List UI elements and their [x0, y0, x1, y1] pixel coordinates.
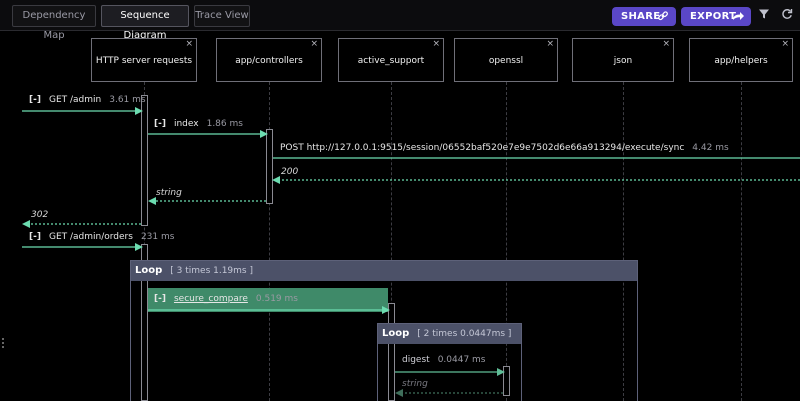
message-label: GET /admin [48, 95, 102, 105]
message-label: index [173, 119, 199, 129]
resize-handle[interactable] [2, 338, 4, 348]
message-label[interactable]: secure_compare [174, 294, 248, 304]
message-duration: 0.0447 ms [437, 355, 486, 365]
message-duration: 1.86 ms [206, 119, 243, 129]
return-label: 302 [31, 210, 49, 220]
return-label: 200 [281, 167, 299, 177]
message-duration: 3.61 ms [109, 95, 146, 105]
message-label: digest [402, 355, 430, 365]
return-label: string [156, 188, 182, 198]
message-label: GET /admin/orders [48, 232, 133, 242]
return-label: string [402, 379, 428, 389]
message-digest[interactable]: digest 0.0447 ms [402, 355, 486, 365]
message-secure-compare[interactable]: [-] secure_compare 0.519 ms [154, 294, 298, 304]
message-duration: 231 ms [140, 232, 175, 242]
message-duration: 4.42 ms [692, 143, 729, 153]
message-duration: 0.519 ms [255, 294, 298, 304]
collapse-toggle[interactable]: [-] [154, 119, 166, 129]
collapse-toggle[interactable]: [-] [29, 232, 41, 242]
collapse-toggle[interactable]: [-] [154, 294, 166, 304]
message-arrows [22, 107, 800, 397]
message-get-admin-orders[interactable]: [-] GET /admin/orders 231 ms [29, 232, 174, 242]
message-index[interactable]: [-] index 1.86 ms [154, 119, 243, 129]
sequence-diagram-view: Dependency Map Sequence Diagram Trace Vi… [0, 0, 800, 401]
message-post-http[interactable]: POST http://127.0.0.1:9515/session/06552… [280, 143, 729, 153]
collapse-toggle[interactable]: [-] [29, 95, 41, 105]
message-get-admin[interactable]: [-] GET /admin 3.61 ms [29, 95, 146, 105]
message-label: POST http://127.0.0.1:9515/session/06552… [280, 143, 685, 153]
